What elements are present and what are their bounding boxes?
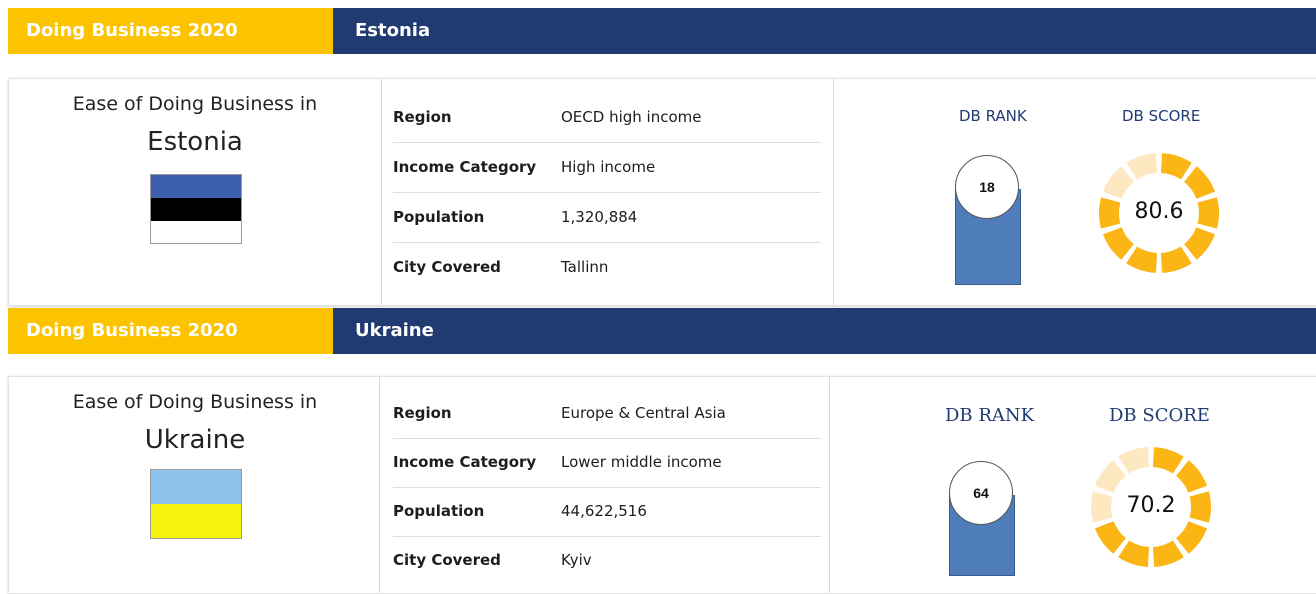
donut-segment-empty [1094, 460, 1126, 493]
donut-segment-filled [1160, 153, 1192, 180]
flag-stripe-yellow [151, 504, 241, 538]
info-label: City Covered [393, 551, 501, 569]
db-rank-value: 64 [949, 461, 1013, 525]
info-row-city: City Covered Tallinn [393, 243, 821, 292]
info-row-region: Region Europe & Central Asia [393, 389, 821, 439]
info-value: Europe & Central Asia [561, 404, 726, 422]
info-label: Population [393, 208, 485, 226]
column-divider [833, 79, 834, 305]
estonia-flag-icon [150, 174, 242, 244]
country-title: Ukraine [355, 320, 434, 341]
flag-stripe-white [151, 221, 241, 243]
country-title-bar: Ukraine [333, 308, 1316, 354]
db-score-title: DB SCORE [1122, 107, 1201, 125]
info-row-income: Income Category High income [393, 143, 821, 193]
column-divider [381, 79, 382, 305]
donut-segment-filled [1184, 227, 1216, 260]
column-divider [379, 377, 380, 593]
info-value: High income [561, 158, 656, 176]
flag-stripe-blue [151, 175, 241, 198]
info-row-population: Population 44,622,516 [393, 487, 821, 537]
country-title-bar: Estonia [333, 8, 1316, 54]
db-score-value: 70.2 [1126, 493, 1176, 518]
ease-label: Ease of Doing Business in [72, 93, 318, 115]
ease-label: Ease of Doing Business in [72, 391, 318, 413]
info-value: Kyiv [561, 551, 592, 569]
report-title-tab: Doing Business 2020 [8, 8, 333, 54]
info-label: Region [393, 404, 452, 422]
donut-segment-filled [1126, 246, 1158, 273]
country-profile-card-ukraine: Ease of Doing Business in Ukraine Region… [8, 376, 1316, 594]
country-title: Estonia [355, 20, 431, 41]
info-value: 44,622,516 [561, 502, 647, 520]
info-label: Region [393, 108, 452, 126]
info-row-region: Region OECD high income [393, 93, 821, 143]
info-value: Lower middle income [561, 453, 722, 471]
country-summary: Ease of Doing Business in Ukraine [9, 377, 381, 593]
donut-segment-filled [1094, 521, 1126, 554]
donut-segment-filled [1184, 166, 1216, 199]
info-label: Income Category [393, 453, 537, 471]
donut-segment-filled [1176, 521, 1208, 554]
donut-segment-empty [1126, 153, 1158, 180]
donut-segment-filled [1176, 460, 1208, 493]
info-value: 1,320,884 [561, 208, 638, 226]
info-row-income: Income Category Lower middle income [393, 438, 821, 488]
donut-segment-filled [1152, 540, 1184, 567]
header-bar-ukraine: Doing Business 2020 Ukraine [0, 308, 1316, 354]
report-title: Doing Business 2020 [26, 20, 238, 41]
info-label: City Covered [393, 258, 501, 276]
header-bar-estonia: Doing Business 2020 Estonia [0, 8, 1316, 54]
donut-segment-empty [1118, 447, 1150, 474]
db-score-value: 80.6 [1134, 199, 1184, 224]
info-row-population: Population 1,320,884 [393, 193, 821, 243]
flag-stripe-blue [151, 470, 241, 504]
info-value: OECD high income [561, 108, 702, 126]
donut-segment-filled [1152, 447, 1184, 474]
info-label: Income Category [393, 158, 537, 176]
info-row-city: City Covered Kyiv [393, 536, 821, 585]
db-rank-value: 18 [955, 155, 1019, 219]
info-value: Tallinn [561, 258, 609, 276]
db-score-title: DB SCORE [1109, 405, 1210, 426]
report-title-tab: Doing Business 2020 [8, 308, 333, 354]
country-summary: Ease of Doing Business in Estonia [9, 79, 381, 305]
country-name: Ukraine [144, 425, 246, 455]
donut-segment-filled [1102, 227, 1134, 260]
ukraine-flag-icon [150, 469, 242, 539]
db-rank-title: DB RANK [945, 405, 1035, 426]
country-name: Estonia [147, 127, 243, 157]
donut-segment-empty [1102, 166, 1134, 199]
country-profile-card-estonia: Ease of Doing Business in Estonia Region… [8, 78, 1316, 306]
donut-segment-filled [1118, 540, 1150, 567]
column-divider [829, 377, 830, 593]
flag-stripe-black [151, 198, 241, 221]
info-label: Population [393, 502, 485, 520]
db-rank-title: DB RANK [959, 107, 1027, 125]
report-title: Doing Business 2020 [26, 320, 238, 341]
donut-segment-filled [1160, 246, 1192, 273]
